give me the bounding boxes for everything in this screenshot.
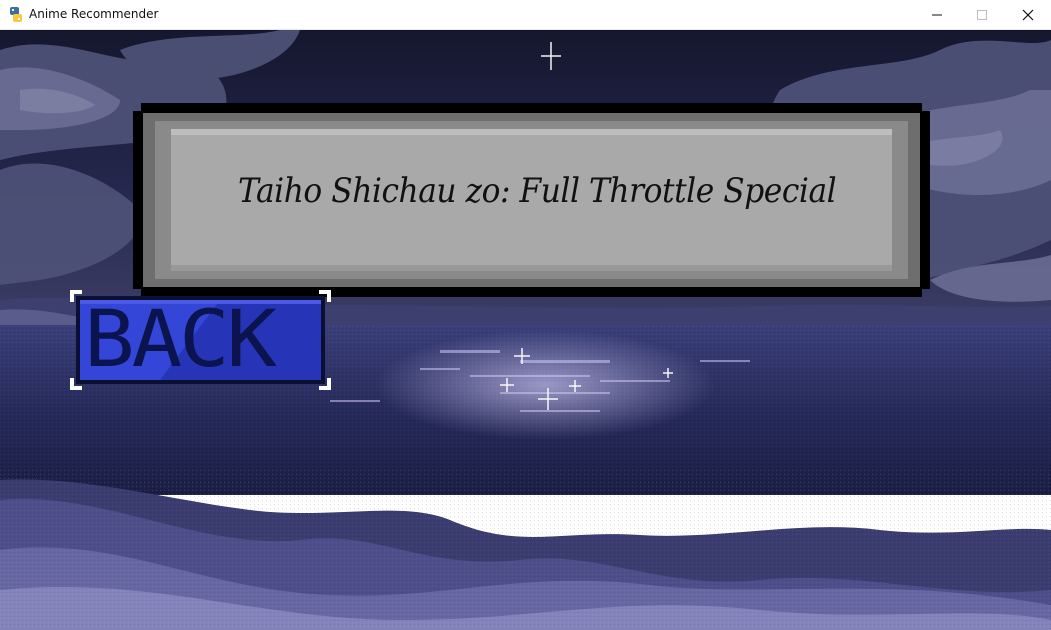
close-button[interactable] [1005,0,1050,29]
maximize-button[interactable] [959,0,1004,29]
python-icon [8,6,24,23]
window-title: Anime Recommender [29,7,159,21]
maximize-icon [976,9,987,20]
minimize-button[interactable] [914,0,959,29]
window-titlebar: Anime Recommender [0,0,1051,30]
back-button[interactable] [70,290,331,390]
banner-title: Taiho Shichau zo: Full Throttle Special [238,171,837,211]
minimize-icon [931,14,942,15]
close-icon [1022,9,1033,20]
